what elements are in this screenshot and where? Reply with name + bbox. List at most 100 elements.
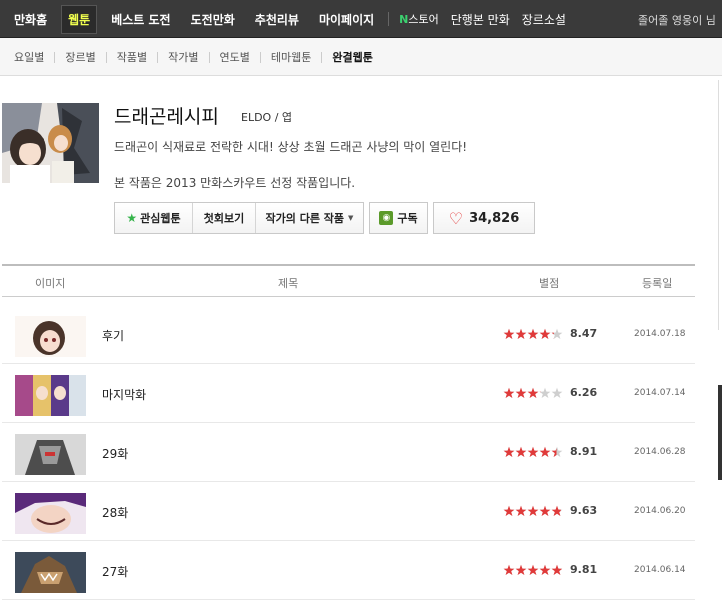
top-nav: 만화홈 웹툰 베스트 도전 도전만화 추천리뷰 마이페이지 N스토어 단행본 만… bbox=[14, 0, 578, 38]
star-icon bbox=[527, 328, 539, 339]
star-icon bbox=[539, 446, 551, 457]
episode-score: 9.81 bbox=[570, 563, 598, 576]
star-icon: ★ bbox=[126, 211, 138, 225]
subnav-by-day[interactable]: 요일별 bbox=[14, 49, 44, 65]
episode-thumbnail[interactable] bbox=[15, 375, 86, 416]
nav-genre-novel[interactable]: 장르소설 bbox=[522, 11, 566, 28]
star-icon bbox=[539, 387, 551, 398]
table-row[interactable]: 27화 9.81 2014.06.14 bbox=[2, 541, 695, 600]
episode-thumbnail[interactable] bbox=[15, 552, 86, 593]
episode-date: 2014.07.14 bbox=[634, 388, 686, 398]
star-icon bbox=[515, 328, 527, 339]
sub-nav: 요일별 장르별 작품별 작가별 연도별 테마웹툰 완결웹툰 bbox=[14, 38, 373, 76]
subnav-divider bbox=[321, 51, 323, 63]
star-icon bbox=[527, 446, 539, 457]
episode-date: 2014.07.18 bbox=[634, 329, 686, 339]
nav-recommend-review[interactable]: 추천리뷰 bbox=[255, 11, 299, 28]
nav-my-page[interactable]: 마이페이지 bbox=[319, 11, 374, 28]
episode-thumbnail[interactable] bbox=[15, 316, 86, 357]
subnav-by-year[interactable]: 연도별 bbox=[220, 49, 250, 65]
episode-title[interactable]: 28화 bbox=[102, 504, 128, 521]
star-icon bbox=[503, 328, 515, 339]
episode-score: 6.26 bbox=[570, 386, 598, 399]
star-icon bbox=[527, 387, 539, 398]
star-icon bbox=[503, 446, 515, 457]
comic-action-buttons: ★ 관심웹툰 첫회보기 작가의 다른 작품 ▼ bbox=[114, 202, 364, 234]
episode-title[interactable]: 후기 bbox=[102, 327, 124, 344]
author-other-works-button[interactable]: 작가의 다른 작품 ▼ bbox=[256, 203, 363, 233]
table-row[interactable]: 29화 8.91 2014.06.28 bbox=[2, 423, 695, 482]
subnav-theme-webtoon[interactable]: 테마웹툰 bbox=[271, 49, 311, 65]
header-date: 등록일 bbox=[642, 277, 673, 290]
nav-comic-home[interactable]: 만화홈 bbox=[14, 11, 47, 28]
star-icon bbox=[503, 505, 515, 516]
star-rating bbox=[503, 387, 563, 398]
table-row[interactable]: 후기 8.47 2014.07.18 bbox=[2, 305, 695, 364]
comic-author[interactable]: ELDO / 엽 bbox=[241, 109, 292, 125]
subnav-completed-webtoon[interactable]: 완결웹툰 bbox=[332, 49, 372, 65]
comic-thumbnail bbox=[2, 103, 99, 183]
star-rating bbox=[503, 564, 563, 575]
star-icon bbox=[539, 564, 551, 575]
favorite-webtoon-button[interactable]: ★ 관심웹툰 bbox=[115, 203, 193, 233]
episode-title[interactable]: 27화 bbox=[102, 563, 128, 580]
star-icon bbox=[539, 505, 551, 516]
star-icon bbox=[551, 505, 563, 516]
star-icon bbox=[515, 446, 527, 457]
star-icon bbox=[515, 564, 527, 575]
star-rating bbox=[503, 446, 563, 457]
nav-challenge-comic[interactable]: 도전만화 bbox=[191, 11, 235, 28]
comic-title: 드래곤레시피 bbox=[114, 106, 219, 128]
subscribe-button[interactable]: ◉ 구독 bbox=[369, 202, 428, 234]
nav-volume-comic[interactable]: 단행본 만화 bbox=[451, 11, 510, 28]
episode-title[interactable]: 29화 bbox=[102, 445, 128, 462]
star-icon bbox=[539, 328, 551, 339]
star-icon bbox=[515, 387, 527, 398]
star-icon bbox=[515, 505, 527, 516]
star-icon bbox=[527, 564, 539, 575]
episode-score: 8.91 bbox=[570, 445, 598, 458]
scrollbar-thumb[interactable] bbox=[718, 385, 722, 480]
nav-store[interactable]: N스토어 bbox=[399, 11, 439, 27]
subnav-by-author[interactable]: 작가별 bbox=[168, 49, 198, 65]
sub-nav-bar: 요일별 장르별 작품별 작가별 연도별 테마웹툰 완결웹툰 bbox=[0, 38, 722, 76]
subnav-divider bbox=[105, 51, 107, 63]
rss-icon: ◉ bbox=[379, 211, 394, 225]
chevron-down-icon: ▼ bbox=[348, 214, 354, 222]
subnav-divider bbox=[54, 51, 56, 63]
episode-score: 8.47 bbox=[570, 327, 598, 340]
table-header: 이미지 제목 별점 등록일 bbox=[2, 266, 695, 297]
star-rating bbox=[503, 505, 563, 516]
episode-title[interactable]: 마지막화 bbox=[102, 386, 146, 403]
episode-thumbnail[interactable] bbox=[15, 434, 86, 475]
top-nav-bar: 만화홈 웹툰 베스트 도전 도전만화 추천리뷰 마이페이지 N스토어 단행본 만… bbox=[0, 0, 722, 38]
star-icon bbox=[503, 564, 515, 575]
star-icon bbox=[551, 328, 563, 339]
episode-date: 2014.06.20 bbox=[634, 506, 686, 516]
table-row[interactable]: 28화 9.63 2014.06.20 bbox=[2, 482, 695, 541]
nav-divider bbox=[388, 12, 390, 26]
first-episode-button[interactable]: 첫회보기 bbox=[193, 203, 256, 233]
episode-thumbnail[interactable] bbox=[15, 493, 86, 534]
table-row[interactable]: 마지막화 6.26 2014.07.14 bbox=[2, 364, 695, 423]
nav-best-challenge[interactable]: 베스트 도전 bbox=[111, 11, 170, 28]
subnav-by-genre[interactable]: 장르별 bbox=[65, 49, 95, 65]
page-edge-line bbox=[718, 80, 719, 330]
heart-icon: ♡ bbox=[448, 208, 464, 228]
other-works-label: 작가의 다른 작품 bbox=[265, 212, 345, 225]
subnav-by-work[interactable]: 작품별 bbox=[117, 49, 147, 65]
subscribe-label: 구독 bbox=[397, 212, 418, 225]
like-count: 34,826 bbox=[469, 210, 520, 226]
like-button[interactable]: ♡ 34,826 bbox=[433, 202, 535, 234]
header-image: 이미지 bbox=[35, 277, 66, 290]
store-label: 스토어 bbox=[408, 13, 439, 26]
user-greeting[interactable]: 졸어졸 영웅이 님 bbox=[638, 12, 722, 28]
header-title: 제목 bbox=[278, 277, 299, 290]
star-icon bbox=[551, 387, 563, 398]
nav-webtoon[interactable]: 웹툰 bbox=[61, 4, 98, 34]
star-icon bbox=[551, 564, 563, 575]
episode-date: 2014.06.28 bbox=[634, 447, 686, 457]
subnav-divider bbox=[259, 51, 261, 63]
star-icon bbox=[551, 446, 563, 457]
star-icon bbox=[527, 505, 539, 516]
